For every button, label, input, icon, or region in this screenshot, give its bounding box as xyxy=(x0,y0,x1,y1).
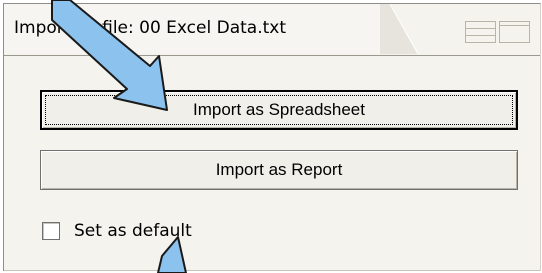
title-tab: Importing file: 00 Excel Data.txt xyxy=(4,4,381,54)
dialog-title: Importing file: 00 Excel Data.txt xyxy=(14,18,286,38)
set-default-row[interactable]: Set as default xyxy=(42,219,192,243)
window-controls xyxy=(465,21,531,47)
title-separator xyxy=(4,55,540,56)
import-dialog: Importing file: 00 Excel Data.txt Import… xyxy=(3,3,541,271)
import-report-label: Import as Report xyxy=(215,160,343,179)
import-report-button[interactable]: Import as Report xyxy=(40,150,518,190)
set-default-checkbox[interactable] xyxy=(42,222,60,240)
tile-horizontal-icon[interactable] xyxy=(465,21,496,43)
import-spreadsheet-button[interactable]: Import as Spreadsheet xyxy=(40,90,518,130)
tab-slant-decoration xyxy=(380,4,419,55)
focus-ring xyxy=(45,95,513,125)
set-default-label[interactable]: Set as default xyxy=(74,221,192,241)
title-bar: Importing file: 00 Excel Data.txt xyxy=(4,4,540,56)
tile-vertical-icon[interactable] xyxy=(499,21,530,43)
panel-bottom-edge xyxy=(4,270,540,271)
